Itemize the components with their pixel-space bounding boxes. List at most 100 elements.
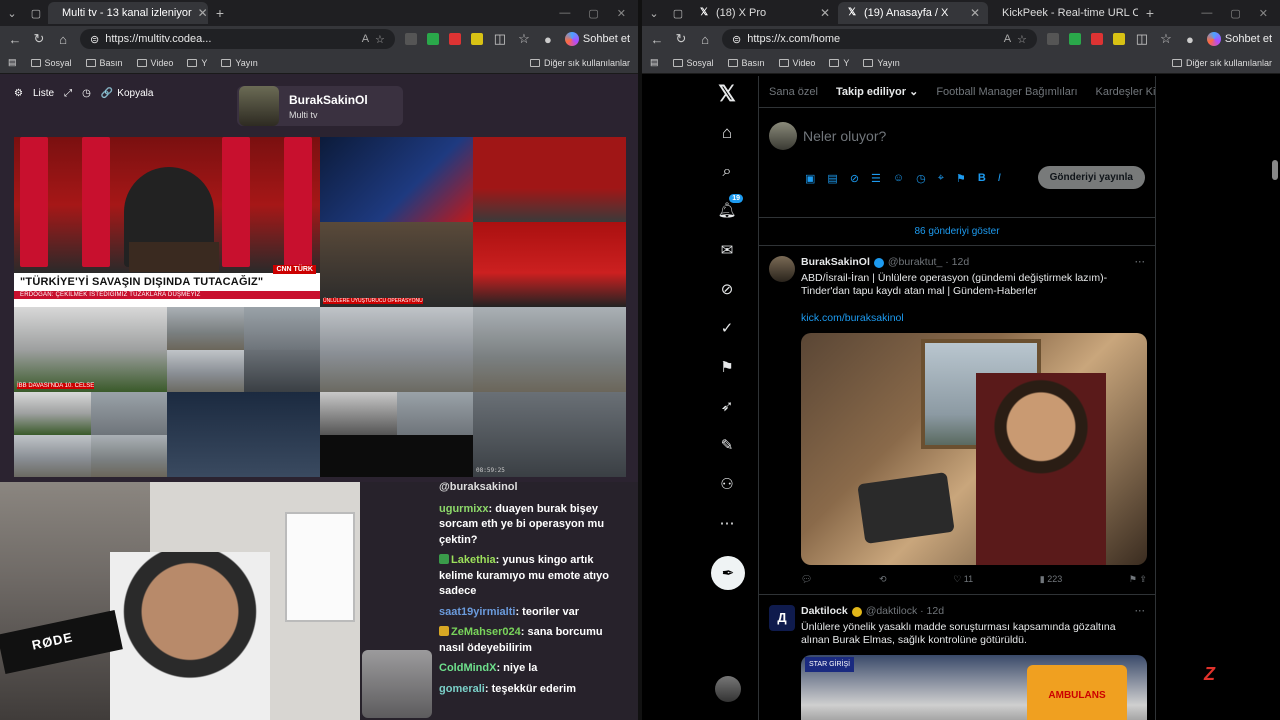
other-favorites[interactable]: Diğer sık kullanılanlar	[529, 58, 630, 68]
image-icon[interactable]: ▣	[805, 172, 815, 185]
tab-for-you[interactable]: Sana özel	[769, 86, 818, 98]
tab-following[interactable]: Takip ediliyor ⌄	[836, 85, 918, 98]
tab-list-fm[interactable]: Football Manager Bağımlıları	[936, 86, 1077, 98]
bookmarks-menu-icon[interactable]: ▤	[650, 57, 659, 68]
views-button[interactable]: ▮ 223	[1040, 573, 1062, 586]
verified-icon[interactable]: ✓	[715, 316, 739, 340]
show-more-posts[interactable]: 86 gönderiyi göster	[759, 218, 1155, 246]
more-options-icon[interactable]: ⋯	[1135, 256, 1146, 269]
tv-tile[interactable]	[167, 307, 320, 392]
favorites-icon[interactable]: ☆	[517, 31, 531, 47]
compose-input[interactable]: Neler oluyor?	[803, 128, 886, 144]
url-field[interactable]: ⊜ https://multitv.codea... A ☆	[80, 29, 395, 49]
like-button[interactable]: ♡ 11	[953, 573, 973, 586]
close-window-icon[interactable]: ✕	[1259, 7, 1268, 20]
refresh-icon[interactable]: ↻	[32, 31, 46, 47]
extension-icon[interactable]	[1090, 33, 1103, 45]
tweet[interactable]: Д Daktilock @daktilock · 12d ⋯ Ünlülere …	[759, 595, 1155, 720]
split-screen-icon[interactable]: ◫	[493, 31, 507, 47]
minimize-icon[interactable]: —	[559, 7, 570, 20]
minimize-icon[interactable]: —	[1201, 7, 1212, 20]
emoji-icon[interactable]: ☺	[893, 172, 904, 185]
profile-icon[interactable]: ●	[541, 32, 555, 47]
grok-icon[interactable]: ⊘	[715, 277, 739, 301]
extension-icon[interactable]	[1046, 33, 1059, 45]
x-logo-icon[interactable]: 𝕏	[715, 81, 739, 106]
tv-tile[interactable]: İBB DAVASI'NDA 10. CELSE	[14, 307, 167, 392]
tv-tile[interactable]	[320, 392, 473, 477]
tweet-author[interactable]: BurakSakinOl	[801, 256, 870, 269]
workspaces-icon[interactable]: ▢	[666, 7, 690, 20]
tweet[interactable]: BurakSakinOl @buraktut_ · 12d ⋯ ABD/İsra…	[759, 246, 1155, 595]
tv-tile[interactable]	[167, 392, 320, 477]
chat-username[interactable]: saat19yirmialti	[439, 606, 515, 618]
back-icon[interactable]: ←	[8, 32, 22, 47]
refresh-icon[interactable]: ↻	[674, 31, 688, 47]
scrollbar[interactable]	[1272, 160, 1278, 180]
tv-tile[interactable]	[14, 392, 167, 477]
bookmark-folder[interactable]: Sosyal	[30, 58, 72, 68]
bookmark-folder[interactable]: Y	[829, 58, 849, 68]
notifications-icon[interactable]: 🔔︎ 19	[715, 194, 743, 222]
timer-icon[interactable]: ◷	[82, 88, 91, 99]
fullscreen-icon[interactable]: ⤢	[64, 88, 72, 99]
tweet-image[interactable]: STAR GİRİŞİ AMBULANS	[801, 655, 1147, 720]
poll-icon[interactable]: ☰	[871, 172, 881, 185]
tv-tile[interactable]	[473, 222, 626, 307]
favorite-star-icon[interactable]: ☆	[375, 33, 385, 46]
extension-icon[interactable]	[1112, 33, 1125, 45]
copilot-button[interactable]: Sohbet et	[564, 32, 630, 46]
new-tab-icon[interactable]: +	[208, 5, 232, 21]
favorites-icon[interactable]: ☆	[1159, 31, 1173, 47]
site-info-icon[interactable]: ⊜	[90, 33, 99, 46]
gif-icon[interactable]: ▤	[827, 172, 837, 185]
tv-tile[interactable]	[320, 137, 473, 222]
chat-username[interactable]: ColdMindX	[439, 662, 496, 674]
bookmark-folder[interactable]: Basın	[85, 58, 123, 68]
bookmark-folder[interactable]: Video	[778, 58, 815, 68]
extension-icon[interactable]	[470, 33, 483, 45]
extension-icon[interactable]	[404, 33, 417, 45]
extension-icon[interactable]	[1068, 33, 1081, 45]
bookmark-share-icons[interactable]: ⚑ ⇪	[1129, 573, 1147, 586]
tweet-author[interactable]: Daktilock	[801, 605, 848, 618]
tweet-handle[interactable]: @daktilock · 12d	[866, 605, 944, 618]
tab-list-kardesler[interactable]: Kardeşler Kira	[1096, 86, 1155, 98]
more-icon[interactable]: ⋯	[715, 511, 739, 535]
tv-tile[interactable]: ÜNLÜLERE UYUŞTURUCU OPERASYONU	[320, 222, 473, 307]
read-aloud-icon[interactable]: A	[1004, 33, 1011, 45]
bookmarks-icon[interactable]: ⚑	[715, 355, 739, 379]
tab-menu-icon[interactable]: ⌄	[642, 7, 666, 20]
post-button[interactable]: Gönderiyi yayınla	[1037, 166, 1145, 189]
close-icon[interactable]: ✕	[820, 6, 830, 20]
tweet-link[interactable]: kick.com/buraksakinol	[801, 312, 1145, 325]
tab-x-home[interactable]: 𝕏 (19) Anasayfa / X ✕	[838, 2, 988, 24]
channel-card[interactable]: BurakSakinOl Multi tv	[237, 86, 403, 126]
other-favorites[interactable]: Diğer sık kullanılanlar	[1171, 58, 1272, 68]
bookmark-folder[interactable]: Sosyal	[672, 58, 714, 68]
profile-icon[interactable]: ●	[1183, 32, 1197, 47]
profile-icon[interactable]: ⚇	[715, 472, 739, 496]
bookmark-folder[interactable]: Yayın	[863, 58, 900, 68]
compose-post-button[interactable]: ✒	[711, 556, 745, 590]
account-avatar[interactable]	[715, 676, 741, 702]
split-screen-icon[interactable]: ◫	[1135, 31, 1149, 47]
favorite-star-icon[interactable]: ☆	[1017, 33, 1027, 46]
home-icon[interactable]: ⌂	[715, 121, 739, 145]
chat-username[interactable]: Lakethia	[451, 554, 496, 566]
workspaces-icon[interactable]: ▢	[24, 7, 48, 20]
bookmark-folder[interactable]: Basın	[727, 58, 765, 68]
bookmark-folder[interactable]: Yayın	[221, 58, 258, 68]
list-button[interactable]: Liste	[33, 88, 54, 99]
tv-tile[interactable]	[473, 307, 626, 392]
location-icon[interactable]: ⌖	[938, 172, 944, 185]
bookmark-folder[interactable]: Video	[136, 58, 173, 68]
search-icon[interactable]: ⌕	[715, 160, 739, 184]
tab-x-pro[interactable]: 𝕏 (18) X Pro ✕	[690, 2, 838, 24]
retweet-icon[interactable]: ⟲	[879, 573, 887, 586]
tweet-image[interactable]	[801, 333, 1147, 565]
copy-button[interactable]: 🔗 Kopyala	[101, 88, 154, 99]
copilot-button[interactable]: Sohbet et	[1206, 32, 1272, 46]
site-info-icon[interactable]: ⊜	[732, 33, 741, 46]
new-tab-icon[interactable]: +	[1138, 5, 1162, 21]
